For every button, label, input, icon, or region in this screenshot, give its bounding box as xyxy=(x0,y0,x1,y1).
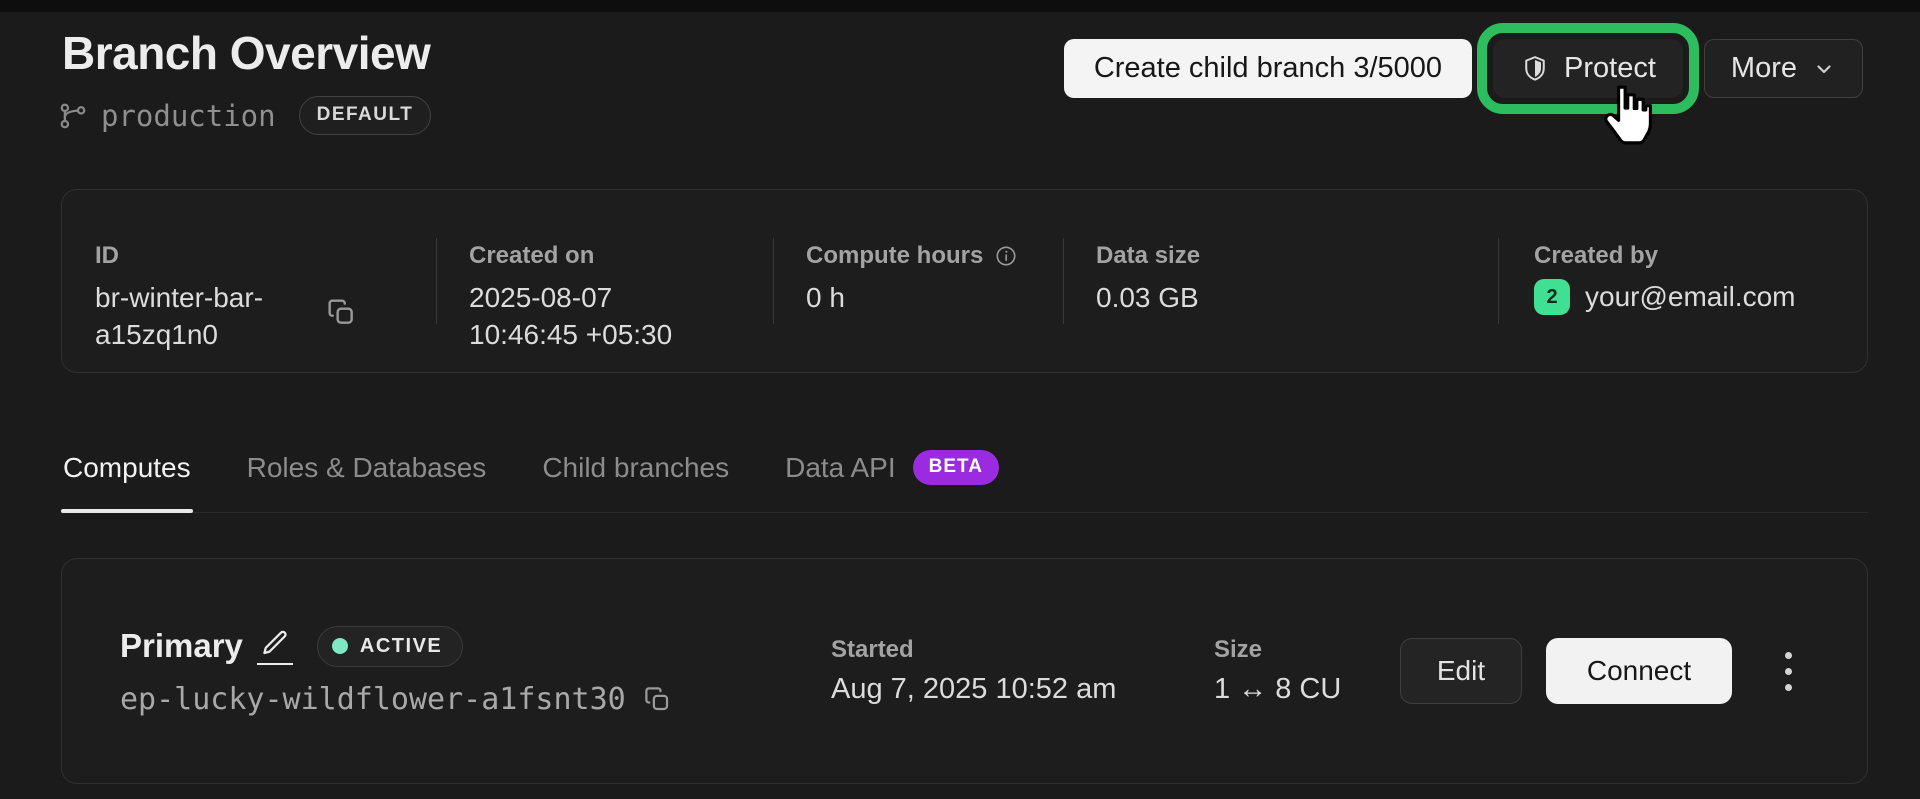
copy-id-icon[interactable] xyxy=(325,296,357,328)
page-title: Branch Overview xyxy=(62,26,430,80)
info-col-data-size: Data size 0.03 GB xyxy=(1063,190,1498,372)
branch-overview-page: Branch Overview production DEFAULT Creat… xyxy=(0,0,1920,799)
kebab-dot xyxy=(1785,668,1792,675)
beta-badge: BETA xyxy=(913,450,999,485)
info-col-compute-hours: Compute hours 0 h xyxy=(773,190,1063,372)
protect-button-label: Protect xyxy=(1564,52,1656,85)
git-branch-icon xyxy=(58,101,88,131)
more-button-label: More xyxy=(1731,52,1797,85)
tab-roles-databases[interactable]: Roles & Databases xyxy=(245,444,489,512)
hand-pointer-cursor xyxy=(1598,84,1654,152)
protect-highlight-ring: Protect xyxy=(1477,23,1699,114)
rename-compute-button[interactable] xyxy=(257,628,293,665)
tab-roles-databases-label: Roles & Databases xyxy=(247,452,487,484)
size-value: 1 ↔ 8 CU xyxy=(1214,673,1341,706)
chevron-down-icon xyxy=(1812,57,1836,81)
status-dot xyxy=(332,638,348,654)
started-block: Started Aug 7, 2025 10:52 am xyxy=(831,636,1116,706)
compute-hours-value: 0 h xyxy=(806,280,1053,317)
created-by-label: Created by xyxy=(1534,242,1857,270)
compute-hours-label: Compute hours xyxy=(806,242,983,270)
header-actions: Create child branch 3/5000 Protect More xyxy=(1064,23,1863,114)
info-col-created: Created on 2025-08-07 10:46:45 +05:30 xyxy=(436,190,773,372)
branch-tabs: Computes Roles & Databases Child branche… xyxy=(61,444,1868,513)
compute-identity: Primary ACTIVE ep-lucky-wildflower-a1fsn… xyxy=(120,559,672,783)
tab-computes-label: Computes xyxy=(63,452,191,484)
branch-id-value: br-winter-bar-a15zq1n0 xyxy=(95,280,307,354)
default-badge: DEFAULT xyxy=(299,96,432,135)
endpoint-id: ep-lucky-wildflower-a1fsnt30 xyxy=(120,682,626,717)
kebab-menu-icon[interactable] xyxy=(1764,638,1812,704)
created-on-label: Created on xyxy=(469,242,763,270)
branch-row: production DEFAULT xyxy=(58,96,431,135)
protect-button[interactable]: Protect xyxy=(1493,39,1683,98)
copy-endpoint-icon[interactable] xyxy=(642,684,672,714)
compute-card: Primary ACTIVE ep-lucky-wildflower-a1fsn… xyxy=(61,558,1868,784)
started-label: Started xyxy=(831,636,1116,664)
window-top-edge xyxy=(0,0,1920,12)
data-size-label: Data size xyxy=(1096,242,1488,270)
pencil-icon xyxy=(260,628,290,658)
kebab-dot xyxy=(1785,652,1792,659)
tab-data-api-label: Data API xyxy=(785,452,896,484)
shield-icon xyxy=(1520,54,1550,84)
compute-name: Primary xyxy=(120,627,243,665)
info-col-id: ID br-winter-bar-a15zq1n0 xyxy=(62,190,436,372)
created-on-value: 2025-08-07 10:46:45 +05:30 xyxy=(469,280,719,354)
more-button[interactable]: More xyxy=(1704,39,1863,98)
kebab-dot xyxy=(1785,684,1792,691)
status-text: ACTIVE xyxy=(360,635,442,658)
edit-compute-button[interactable]: Edit xyxy=(1400,638,1522,704)
created-by-value: your@email.com xyxy=(1585,279,1795,316)
data-size-value: 0.03 GB xyxy=(1096,280,1488,317)
status-badge: ACTIVE xyxy=(317,626,463,667)
create-child-branch-button[interactable]: Create child branch 3/5000 xyxy=(1064,39,1472,98)
id-label: ID xyxy=(95,242,426,270)
started-value: Aug 7, 2025 10:52 am xyxy=(831,673,1116,706)
tab-computes[interactable]: Computes xyxy=(61,444,193,512)
branch-info-card: ID br-winter-bar-a15zq1n0 Created on 202… xyxy=(61,189,1868,373)
tab-child-branches[interactable]: Child branches xyxy=(540,444,731,512)
info-icon[interactable] xyxy=(994,244,1018,268)
branch-name: production xyxy=(101,99,276,133)
avatar: 2 xyxy=(1534,279,1570,315)
connect-button[interactable]: Connect xyxy=(1546,638,1732,704)
size-label: Size xyxy=(1214,636,1341,664)
tab-data-api[interactable]: Data API BETA xyxy=(783,444,1001,512)
tab-child-branches-label: Child branches xyxy=(542,452,729,484)
size-block: Size 1 ↔ 8 CU xyxy=(1214,636,1341,706)
info-col-created-by: Created by 2 your@email.com xyxy=(1498,190,1867,372)
